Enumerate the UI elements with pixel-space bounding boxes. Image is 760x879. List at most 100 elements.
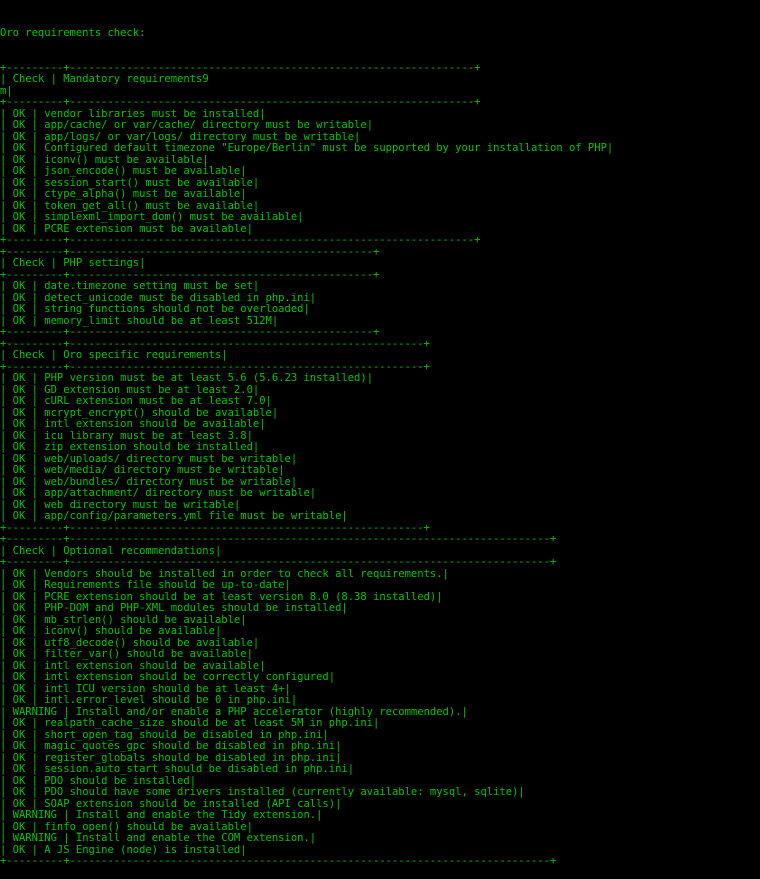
check-status: OK bbox=[12, 580, 26, 591]
table-row: | OK | Vendors should be installed in or… bbox=[0, 568, 449, 580]
table-row: | OK | finfo_open() should be available| bbox=[0, 821, 253, 833]
check-status: OK bbox=[12, 465, 26, 476]
check-status: OK bbox=[12, 189, 26, 200]
table-border-top: +---------+-----------------------------… bbox=[0, 338, 430, 350]
check-status: OK bbox=[12, 476, 26, 488]
check-status: OK bbox=[12, 488, 26, 499]
requirement-text: app/logs/ or var/logs/ directory must be… bbox=[44, 131, 355, 143]
check-status: OK bbox=[12, 752, 26, 764]
table-row: | OK | SOAP extension should be installe… bbox=[0, 798, 342, 810]
table-row: | WARNING | Install and/or enable a PHP … bbox=[0, 706, 468, 718]
header-suffix: 9 bbox=[202, 74, 209, 85]
check-status: OK bbox=[12, 729, 26, 741]
requirement-text: PCRE extension must be available bbox=[44, 223, 247, 235]
requirement-text: register_globals should be disabled in p… bbox=[44, 752, 336, 764]
requirement-text: PDO should be installed bbox=[44, 775, 190, 787]
requirement-text: simplexml_import_dom() must be available bbox=[44, 212, 298, 223]
check-status: OK bbox=[12, 683, 26, 695]
requirement-text: Install and enable the Tidy extension. bbox=[75, 810, 317, 821]
table-header-row: | Check | Mandatory requirements9 bbox=[0, 74, 209, 85]
requirement-text: Install and/or enable a PHP accelerator … bbox=[75, 706, 462, 718]
table-row: | OK | json_encode() must be available| bbox=[0, 166, 247, 177]
table-row: | OK | Requirements file should be up-to… bbox=[0, 580, 291, 591]
table-row: | OK | iconv() must be available| bbox=[0, 154, 209, 166]
requirement-text: intl ICU version should be at least 4+ bbox=[44, 683, 285, 695]
requirement-text: json_encode() must be available bbox=[44, 166, 241, 177]
table-border-bottom: +---------+-----------------------------… bbox=[0, 522, 430, 534]
table-row: | OK | web/uploads/ directory must be wr… bbox=[0, 453, 298, 465]
check-status: OK bbox=[12, 166, 26, 177]
table-row: | OK | filter_var() should be available| bbox=[0, 649, 253, 660]
requirement-text: string functions should not be overloade… bbox=[44, 304, 304, 315]
table-row: | OK | simplexml_import_dom() must be av… bbox=[0, 212, 304, 223]
table-row: | OK | PDO should be installed| bbox=[0, 775, 197, 787]
table-row: | OK | iconv() should be available| bbox=[0, 626, 222, 637]
table-row: | OK | ctype_alpha() must be available| bbox=[0, 189, 247, 200]
table-row: | OK | A JS Engine (node) is installed| bbox=[0, 844, 247, 856]
requirement-text: intl extension should be available bbox=[44, 660, 260, 672]
check-status: WARNING bbox=[12, 706, 57, 718]
requirement-text: realpath_cache_size should be at least 5… bbox=[44, 718, 374, 729]
check-status: OK bbox=[12, 798, 26, 810]
check-status: OK bbox=[12, 212, 26, 223]
check-status: OK bbox=[12, 120, 26, 131]
table-header-row: | Check | Oro specific requirements| bbox=[0, 350, 228, 361]
table-optional: +---------+-----------------------------… bbox=[0, 534, 760, 868]
wrapped-fragment: m| bbox=[0, 86, 760, 98]
check-status: OK bbox=[12, 844, 26, 856]
table-row: | OK | app/logs/ or var/logs/ directory … bbox=[0, 131, 361, 143]
requirement-text: short_open_tag should be disabled in php… bbox=[44, 729, 323, 741]
check-status: OK bbox=[12, 200, 26, 212]
table-row: | OK | icu library must be at least 3.8| bbox=[0, 430, 253, 442]
table-row: | OK | web/bundles/ directory must be wr… bbox=[0, 476, 298, 488]
check-status: OK bbox=[12, 396, 26, 407]
requirement-text: icu library must be at least 3.8 bbox=[44, 430, 247, 442]
column-header-title: Oro specific requirements bbox=[63, 350, 222, 361]
column-header-title: Optional recommendations bbox=[63, 545, 215, 557]
requirement-text: finfo_open() should be available bbox=[44, 821, 247, 833]
table-row: | OK | date.timezone setting must be set… bbox=[0, 281, 260, 292]
requirement-text: vendor libraries must be installed bbox=[44, 108, 260, 120]
check-status: OK bbox=[12, 787, 26, 798]
table-border-mid: +---------+-----------------------------… bbox=[0, 269, 380, 281]
check-status: OK bbox=[12, 384, 26, 396]
requirement-text: app/cache/ or var/cache/ directory must … bbox=[44, 120, 367, 131]
requirement-text: token_get_all() must be available bbox=[44, 200, 253, 212]
page-title: Oro requirements check: bbox=[0, 28, 146, 39]
requirement-text: A JS Engine (node) is installed bbox=[44, 844, 241, 856]
table-row: | OK | magic_quotes_gpc should be disabl… bbox=[0, 741, 342, 752]
column-header-check: Check bbox=[12, 258, 45, 269]
requirement-text: magic_quotes_gpc should be disabled in p… bbox=[44, 741, 336, 752]
requirement-text: Vendors should be installed in order to … bbox=[44, 568, 443, 580]
column-header-check: Check bbox=[12, 74, 45, 85]
check-status: OK bbox=[12, 442, 26, 453]
requirement-text: app/config/parameters.yml file must be w… bbox=[44, 511, 342, 522]
table-row: | OK | string functions should not be ov… bbox=[0, 304, 310, 315]
requirement-text: web/uploads/ directory must be writable bbox=[44, 453, 291, 465]
check-status: OK bbox=[12, 649, 26, 660]
check-status: OK bbox=[12, 131, 26, 143]
check-status: OK bbox=[12, 108, 26, 120]
check-status: OK bbox=[12, 660, 26, 672]
table-border-mid: +---------+-----------------------------… bbox=[0, 557, 557, 568]
requirement-text: mb_strlen() should be available bbox=[44, 614, 241, 626]
requirement-text: iconv() must be available bbox=[44, 154, 203, 166]
table-oro-specific: +---------+-----------------------------… bbox=[0, 339, 760, 535]
requirement-text: filter_var() should be available bbox=[44, 649, 247, 660]
table-row: | OK | detect_unicode must be disabled i… bbox=[0, 292, 317, 304]
check-status: OK bbox=[12, 603, 26, 614]
table-row: | OK | vendor libraries must be installe… bbox=[0, 108, 266, 120]
table-row: | OK | intl ICU version should be at lea… bbox=[0, 683, 291, 695]
column-header-title: PHP settings bbox=[63, 258, 140, 269]
requirement-text: ctype_alpha() must be available bbox=[44, 189, 241, 200]
table-mandatory: +---------+-----------------------------… bbox=[0, 63, 760, 247]
table-row: | OK | intl.error_level should be 0 in p… bbox=[0, 695, 298, 706]
table-row: | OK | session_start() must be available… bbox=[0, 177, 260, 189]
check-status: OK bbox=[12, 764, 26, 775]
requirement-text: web directory must be writable bbox=[44, 499, 234, 511]
table-row: | OK | session.auto_start should be disa… bbox=[0, 764, 355, 775]
requirement-text: mcrypt_encrypt() should be available bbox=[44, 407, 272, 419]
terminal-output: Oro requirements check: +---------+-----… bbox=[0, 5, 760, 879]
check-status: OK bbox=[12, 223, 26, 235]
table-row: | OK | mb_strlen() should be available| bbox=[0, 614, 247, 626]
